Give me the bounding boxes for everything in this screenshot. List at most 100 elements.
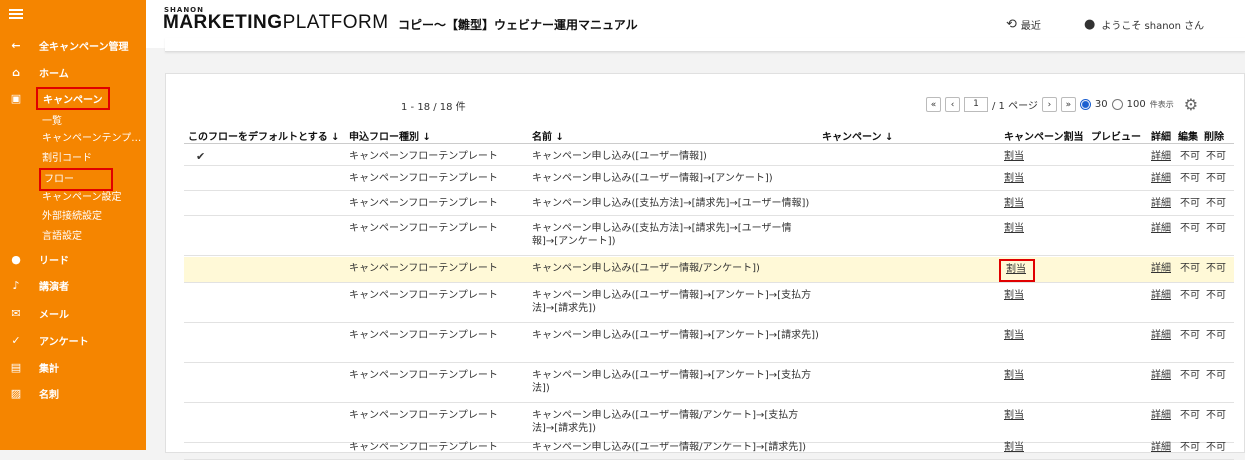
page-title: コピー～【雛型】ウェビナー運用マニュアル bbox=[398, 18, 638, 32]
sidebar-item-label: ホーム bbox=[39, 68, 69, 80]
assign-link[interactable]: 割当 bbox=[1004, 197, 1024, 210]
edit-status: 不可 bbox=[1180, 330, 1200, 341]
header-campaign[interactable]: キャンペーン ↓ bbox=[822, 128, 893, 143]
detail-link[interactable]: 詳細 bbox=[1151, 222, 1171, 235]
edit-status: 不可 bbox=[1180, 370, 1200, 381]
detail-link[interactable]: 詳細 bbox=[1151, 369, 1171, 382]
next-page-button[interactable]: › bbox=[1041, 97, 1057, 112]
flow-type: キャンペーンフローテンプレート bbox=[349, 410, 498, 421]
check-icon: ✓ bbox=[11, 333, 21, 347]
card-icon: ▨ bbox=[10, 386, 22, 400]
per-page-30-label: 30 bbox=[1094, 99, 1108, 110]
delete-status: 不可 bbox=[1206, 263, 1226, 274]
sidebar-sub-external-connection[interactable]: 外部接続設定 bbox=[42, 208, 142, 225]
header-preview: プレビュー bbox=[1091, 132, 1141, 143]
table-row: キャンペーンフローテンプレート キャンペーン申し込み([ユーザー情報/アンケート… bbox=[184, 436, 1234, 460]
user-menu[interactable]: ● ようこそ shanon さん bbox=[1084, 17, 1204, 32]
sidebar-item-mail[interactable]: ✉ メール bbox=[0, 303, 146, 323]
header-name[interactable]: 名前 ↓ bbox=[532, 128, 564, 143]
edit-status: 不可 bbox=[1180, 151, 1200, 162]
delete-status: 不可 bbox=[1206, 370, 1226, 381]
assign-link[interactable]: 割当 bbox=[1004, 441, 1024, 454]
sidebar-sub-campaign-settings[interactable]: キャンペーン設定 bbox=[42, 189, 142, 206]
flow-name: キャンペーン申し込み([ユーザー情報]→[アンケート]→[請求先]) bbox=[532, 330, 819, 341]
page-input[interactable]: 1 bbox=[964, 97, 988, 112]
sidebar-item-label: リード bbox=[39, 255, 69, 267]
detail-link[interactable]: 詳細 bbox=[1151, 197, 1171, 210]
per-page-100-label: 100 bbox=[1126, 99, 1146, 110]
sidebar-sub-list[interactable]: 一覧 bbox=[42, 113, 142, 130]
header-default[interactable]: このフローをデフォルトとする ↓ bbox=[188, 128, 340, 143]
flow-type: キャンペーンフローテンプレート bbox=[349, 173, 498, 184]
sidebar-item-label: キャンペーン bbox=[36, 86, 110, 110]
flow-name: キャンペーン申し込み([ユーザー情報]→[アンケート]) bbox=[532, 173, 773, 184]
flow-name: キャンペーン申し込み([ユーザー情報]→[アンケート]→[支払方法]→[請求先]… bbox=[532, 290, 812, 314]
detail-link[interactable]: 詳細 bbox=[1151, 289, 1171, 302]
mail-icon: ✉ bbox=[11, 306, 21, 320]
delete-status: 不可 bbox=[1206, 223, 1226, 234]
table-row: キャンペーンフローテンプレート キャンペーン申し込み([ユーザー情報]→[アンケ… bbox=[184, 324, 1234, 363]
page-total: / 1 ページ bbox=[992, 101, 1038, 112]
assign-link[interactable]: 割当 bbox=[999, 259, 1035, 282]
sidebar-sub-language[interactable]: 言語設定 bbox=[42, 228, 142, 245]
assign-link[interactable]: 割当 bbox=[1004, 369, 1024, 382]
detail-link[interactable]: 詳細 bbox=[1151, 262, 1171, 275]
flow-type: キャンペーンフローテンプレート bbox=[349, 263, 498, 274]
flow-type: キャンペーンフローテンプレート bbox=[349, 442, 498, 453]
recent-button[interactable]: ⟲ 最近 bbox=[1006, 17, 1041, 32]
flow-name: キャンペーン申し込み([ユーザー情報]) bbox=[532, 151, 707, 162]
assign-link[interactable]: 割当 bbox=[1004, 289, 1024, 302]
per-page-30-radio[interactable] bbox=[1079, 99, 1091, 110]
flow-name: キャンペーン申し込み([ユーザー情報/アンケート]→[支払方法]→[請求先]) bbox=[532, 410, 799, 434]
sidebar-back[interactable]: ← 全キャンペーン管理 bbox=[0, 35, 146, 55]
header-detail: 詳細 bbox=[1151, 132, 1171, 143]
sidebar-back-label: 全キャンペーン管理 bbox=[39, 41, 129, 53]
table-row: キャンペーンフローテンプレート キャンペーン申し込み([ユーザー情報]→[アンケ… bbox=[184, 167, 1234, 191]
detail-link[interactable]: 詳細 bbox=[1151, 329, 1171, 342]
default-check-icon: ✔ bbox=[196, 150, 206, 163]
sidebar-sub-flow[interactable]: フロー bbox=[39, 168, 113, 191]
last-page-button[interactable]: » bbox=[1060, 97, 1076, 112]
sidebar-item-campaign[interactable]: ▣ キャンペーン bbox=[0, 86, 146, 110]
flow-type: キャンペーンフローテンプレート bbox=[349, 370, 498, 381]
sidebar-sub-campaign-template[interactable]: キャンペーンテンプ… bbox=[42, 130, 142, 147]
assign-link[interactable]: 割当 bbox=[1004, 172, 1024, 185]
logo[interactable]: MARKETINGPLATFORM bbox=[163, 12, 389, 34]
edit-status: 不可 bbox=[1180, 263, 1200, 274]
detail-link[interactable]: 詳細 bbox=[1151, 441, 1171, 454]
assign-link[interactable]: 割当 bbox=[1004, 329, 1024, 342]
assign-link[interactable]: 割当 bbox=[1004, 150, 1024, 163]
gear-icon[interactable]: ⚙ bbox=[1184, 95, 1198, 114]
assign-link[interactable]: 割当 bbox=[1004, 409, 1024, 422]
per-page-100-radio[interactable] bbox=[1111, 99, 1123, 110]
sidebar-item-lead[interactable]: ● リード bbox=[0, 249, 146, 269]
edit-status: 不可 bbox=[1180, 442, 1200, 453]
history-icon: ⟲ bbox=[1006, 17, 1017, 32]
flow-name: キャンペーン申し込み([支払方法]→[請求先]→[ユーザー情報]) bbox=[532, 198, 810, 209]
detail-link[interactable]: 詳細 bbox=[1151, 150, 1171, 163]
assign-link[interactable]: 割当 bbox=[1004, 222, 1024, 235]
table-row: キャンペーンフローテンプレート キャンペーン申し込み([ユーザー情報]→[アンケ… bbox=[184, 364, 1234, 403]
sidebar-item-stats[interactable]: ▤ 集計 bbox=[0, 357, 146, 377]
prev-page-button[interactable]: ‹ bbox=[945, 97, 960, 112]
account-icon: ● bbox=[1084, 17, 1096, 32]
header-flow-type[interactable]: 申込フロー種別 ↓ bbox=[349, 128, 431, 143]
flow-type: キャンペーンフローテンプレート bbox=[349, 223, 498, 234]
table-header: このフローをデフォルトとする ↓ 申込フロー種別 ↓ 名前 ↓ キャンペーン ↓… bbox=[184, 126, 1234, 144]
sidebar-sub-discount-code[interactable]: 割引コード bbox=[42, 150, 142, 167]
sidebar-item-home[interactable]: ⌂ ホーム bbox=[0, 62, 146, 82]
table-row: キャンペーンフローテンプレート キャンペーン申し込み([ユーザー情報]→[アンケ… bbox=[184, 284, 1234, 323]
sidebar-item-speaker[interactable]: ♪ 講演者 bbox=[0, 275, 146, 295]
flow-type: キャンペーンフローテンプレート bbox=[349, 330, 498, 341]
sidebar-item-survey[interactable]: ✓ アンケート bbox=[0, 330, 146, 350]
menu-icon[interactable] bbox=[9, 9, 23, 20]
flow-name: キャンペーン申し込み([支払方法]→[請求先]→[ユーザー情報]→[アンケート]… bbox=[532, 223, 792, 247]
header-delete: 削除 bbox=[1204, 132, 1224, 143]
detail-link[interactable]: 詳細 bbox=[1151, 172, 1171, 185]
header-edit: 編集 bbox=[1178, 132, 1198, 143]
first-page-button[interactable]: « bbox=[926, 97, 941, 112]
sidebar-item-business-card[interactable]: ▨ 名刺 bbox=[0, 383, 146, 403]
detail-link[interactable]: 詳細 bbox=[1151, 409, 1171, 422]
table-row: ✔ キャンペーンフローテンプレート キャンペーン申し込み([ユーザー情報]) 割… bbox=[184, 145, 1234, 166]
flow-type: キャンペーンフローテンプレート bbox=[349, 151, 498, 162]
